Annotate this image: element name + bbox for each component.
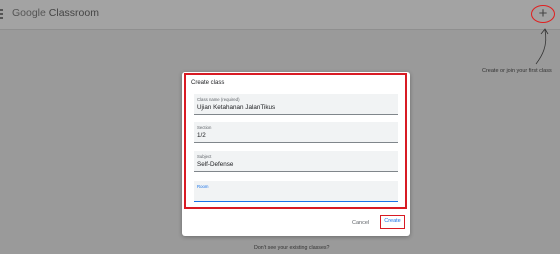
field-value: 1/2 <box>197 132 206 139</box>
field-label: Class name (required) <box>197 97 240 102</box>
section-field[interactable]: Section 1/2 <box>194 122 398 143</box>
add-class-button[interactable]: + <box>531 5 555 23</box>
logo-product: Classroom <box>48 7 99 19</box>
logo-brand: Google <box>12 7 46 19</box>
app-logo[interactable]: Google Classroom <box>12 7 99 19</box>
existing-classes-link[interactable]: Don't see your existing classes? <box>254 245 330 251</box>
field-label: Room <box>197 184 209 189</box>
field-value: Ujian Ketahanan JalanTikus <box>197 104 276 111</box>
create-join-hint: Create or join your first class <box>482 68 552 74</box>
field-value: Self-Defense <box>197 161 234 168</box>
menu-icon[interactable] <box>0 9 3 19</box>
hint-arrow-icon <box>535 28 549 65</box>
create-class-dialog: Create class Class name (required) Ujian… <box>182 72 410 236</box>
room-field[interactable]: Room <box>194 181 398 202</box>
class-name-field[interactable]: Class name (required) Ujian Ketahanan Ja… <box>194 94 398 115</box>
cancel-button[interactable]: Cancel <box>352 220 369 226</box>
subject-field[interactable]: Subject Self-Defense <box>194 151 398 172</box>
field-label: Subject <box>197 154 212 159</box>
create-button[interactable]: Create <box>380 215 405 229</box>
field-label: Section <box>197 125 212 130</box>
top-app-bar: Google Classroom + <box>0 0 560 30</box>
dialog-title: Create class <box>191 80 225 86</box>
